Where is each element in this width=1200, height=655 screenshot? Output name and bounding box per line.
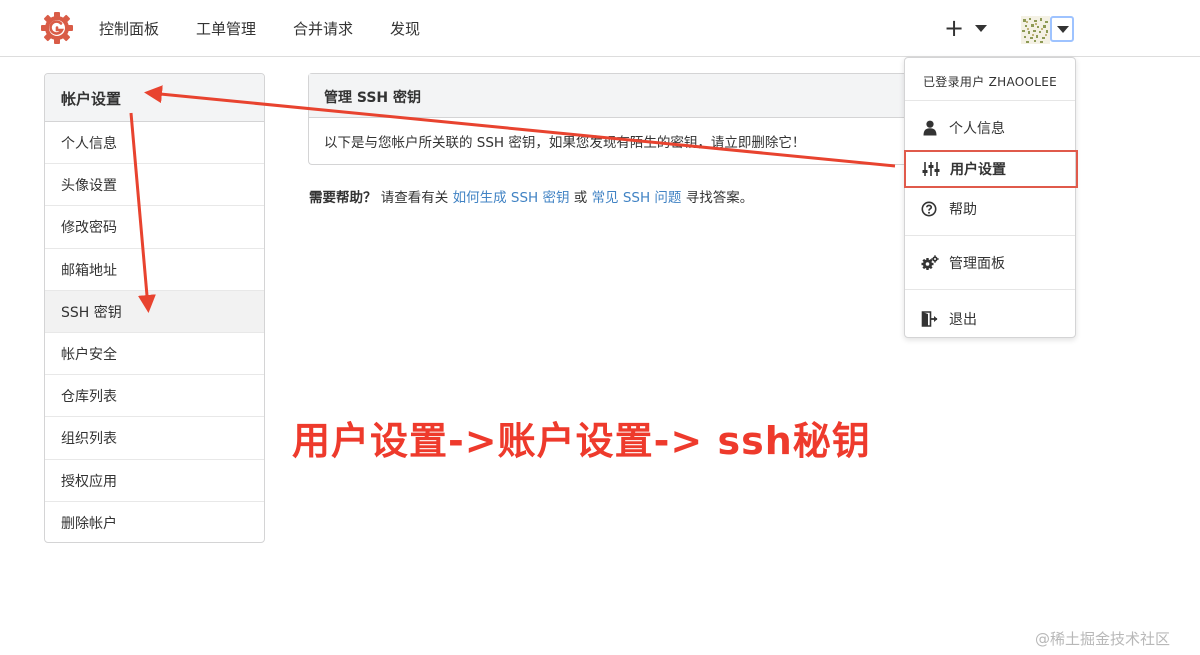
sidebar-item-avatar[interactable]: 头像设置: [45, 164, 264, 207]
help-text-3: 寻找答案。: [681, 190, 754, 206]
watermark: @稀土掘金技术社区: [1035, 630, 1171, 648]
chevron-down-icon: [1057, 26, 1069, 33]
help-text-1: 请查看有关: [376, 190, 453, 206]
gears-icon: [921, 255, 939, 270]
dropdown-divider: [905, 235, 1075, 236]
dropdown-item-label: 个人信息: [949, 121, 1005, 137]
panel-title: 管理 SSH 密钥: [309, 74, 908, 118]
top-navbar: 控制面板 工单管理 合并请求 发现 +: [0, 0, 1200, 57]
dropdown-item-label: 退出: [949, 312, 977, 328]
dropdown-item-label: 用户设置: [950, 162, 1006, 178]
help-text-2: 或: [569, 190, 592, 206]
nav-pull-requests[interactable]: 合并请求: [293, 18, 353, 39]
question-circle-icon: [921, 201, 937, 217]
nav-explore[interactable]: 发现: [390, 18, 420, 39]
dropdown-item-admin-panel[interactable]: 管理面板: [905, 244, 1075, 282]
dropdown-item-help[interactable]: 帮助: [905, 190, 1075, 228]
create-dropdown-caret-icon[interactable]: [975, 25, 987, 32]
sidebar-item-profile[interactable]: 个人信息: [45, 122, 264, 165]
panel-description: 以下是与您帐户所关联的 SSH 密钥，如果您发现有陌生的密钥，请立即删除它！: [324, 135, 806, 151]
signed-in-user-header: 已登录用户 ZHAOOLEE: [905, 58, 1075, 101]
gogs-logo-icon[interactable]: [40, 11, 74, 45]
user-dropdown-menu: 已登录用户 ZHAOOLEE 个人信息 用户设置 帮助 管理面板 退出: [904, 57, 1078, 338]
sidebar-item-organizations[interactable]: 组织列表: [45, 417, 264, 460]
annotation-caption: 用户设置->账户设置-> ssh秘钥: [292, 419, 871, 463]
user-icon: [923, 120, 937, 136]
sign-out-icon: [921, 311, 938, 327]
dropdown-divider: [905, 289, 1075, 290]
dropdown-item-label: 帮助: [949, 202, 977, 218]
sliders-icon: [922, 162, 940, 176]
ssh-keys-panel: 管理 SSH 密钥 以下是与您帐户所关联的 SSH 密钥，如果您发现有陌生的密钥…: [308, 73, 908, 165]
user-menu-toggle[interactable]: [1050, 16, 1074, 42]
help-text: 需要帮助？ 请查看有关 如何生成 SSH 密钥 或 常见 SSH 问题 寻找答案…: [309, 186, 753, 206]
dropdown-item-user-settings[interactable]: 用户设置: [904, 150, 1078, 188]
help-prefix: 需要帮助？: [309, 190, 377, 206]
generate-ssh-key-link[interactable]: 如何生成 SSH 密钥: [453, 190, 570, 206]
sidebar-item-emails[interactable]: 邮箱地址: [45, 249, 264, 291]
sidebar-item-security[interactable]: 帐户安全: [45, 333, 264, 376]
sidebar-item-ssh-keys[interactable]: SSH 密钥: [45, 290, 264, 333]
dropdown-item-profile[interactable]: 个人信息: [905, 109, 1075, 147]
nav-dashboard[interactable]: 控制面板: [99, 18, 159, 39]
sidebar-item-password[interactable]: 修改密码: [45, 206, 264, 249]
sidebar-item-delete-account[interactable]: 删除帐户: [45, 502, 264, 542]
create-new-button[interactable]: +: [944, 14, 964, 42]
sidebar-header: 帐户设置: [45, 74, 264, 122]
common-ssh-problems-link[interactable]: 常见 SSH 问题: [592, 190, 682, 206]
dropdown-item-sign-out[interactable]: 退出: [905, 300, 1075, 338]
sidebar-item-repositories[interactable]: 仓库列表: [45, 375, 264, 418]
settings-sidebar: 帐户设置 个人信息 头像设置 修改密码 邮箱地址 SSH 密钥 帐户安全 仓库列…: [44, 73, 265, 543]
dropdown-item-label: 管理面板: [949, 256, 1005, 272]
sidebar-item-applications[interactable]: 授权应用: [45, 460, 264, 502]
user-avatar[interactable]: [1021, 16, 1050, 44]
nav-issues[interactable]: 工单管理: [196, 18, 256, 39]
